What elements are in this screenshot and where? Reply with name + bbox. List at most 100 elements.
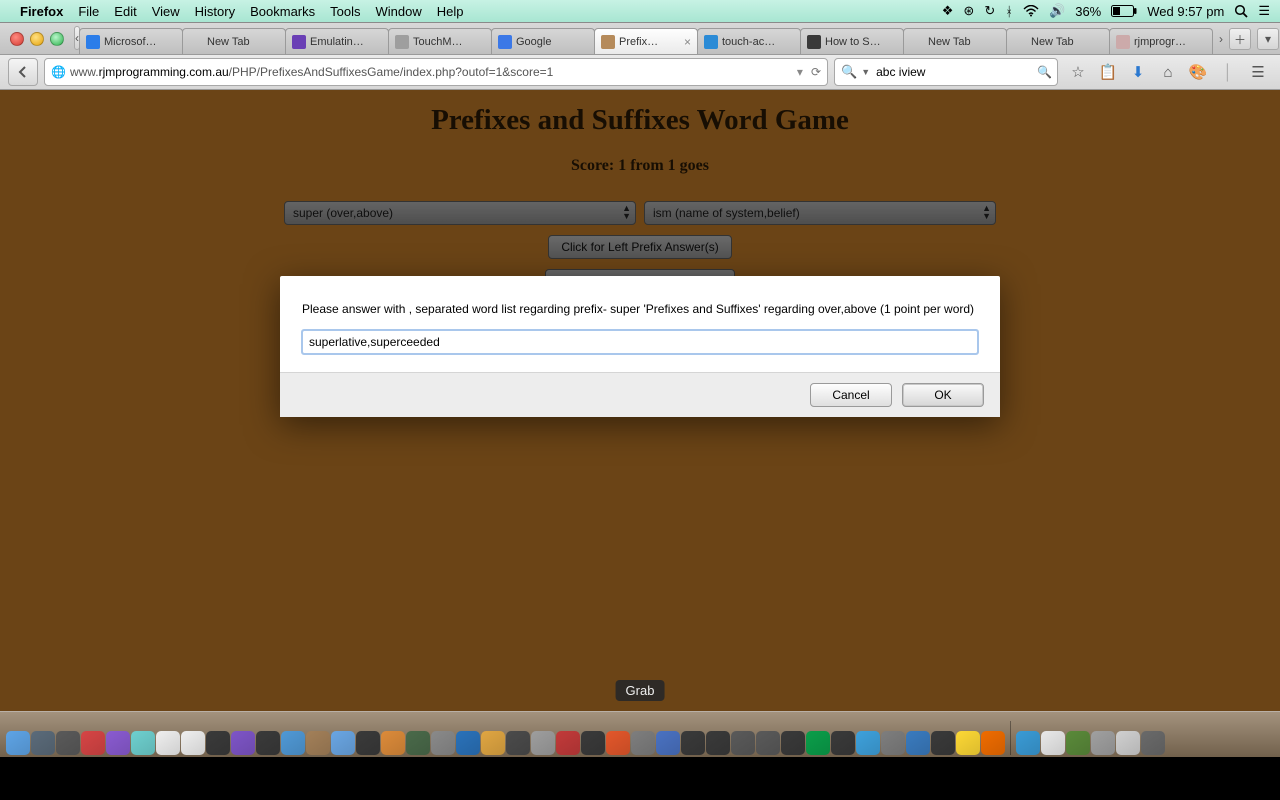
menu-view[interactable]: View: [152, 4, 180, 19]
search-input[interactable]: [874, 64, 1033, 80]
browser-tab[interactable]: Emulatin…: [285, 28, 389, 54]
dock-app-icon[interactable]: [606, 731, 630, 755]
left-prefix-button[interactable]: Click for Left Prefix Answer(s): [548, 235, 731, 259]
new-tab-button[interactable]: ＋: [1229, 28, 1251, 50]
volume-icon[interactable]: 🔊: [1049, 3, 1065, 19]
browser-tab[interactable]: TouchM…: [388, 28, 492, 54]
menu-help[interactable]: Help: [437, 4, 464, 19]
dropbox-icon[interactable]: ❖: [942, 3, 954, 19]
dock-app-icon[interactable]: [781, 731, 805, 755]
dock-app-icon[interactable]: [506, 731, 530, 755]
dock-app-icon[interactable]: [1066, 731, 1090, 755]
dock-app-icon[interactable]: [1141, 731, 1165, 755]
dock-app-icon[interactable]: [581, 731, 605, 755]
search-go-icon[interactable]: 🔍: [1037, 65, 1052, 79]
dock-app-icon[interactable]: [556, 731, 580, 755]
dock-app-icon[interactable]: [981, 731, 1005, 755]
battery-icon[interactable]: [1111, 5, 1137, 17]
dock-app-icon[interactable]: [81, 731, 105, 755]
reload-button[interactable]: ⟳: [811, 65, 821, 79]
app-name[interactable]: Firefox: [20, 4, 63, 19]
browser-tab[interactable]: touch-ac…: [697, 28, 801, 54]
dock-app-icon[interactable]: [1041, 731, 1065, 755]
dock-app-icon[interactable]: [631, 731, 655, 755]
dock-app-icon[interactable]: [756, 731, 780, 755]
reader-dropdown-icon[interactable]: ▾: [797, 65, 803, 79]
dock-app-icon[interactable]: [656, 731, 680, 755]
menu-window[interactable]: Window: [376, 4, 422, 19]
dock-app-icon[interactable]: [806, 731, 830, 755]
dock-app-icon[interactable]: [1016, 731, 1040, 755]
dock-app-icon[interactable]: [381, 731, 405, 755]
menu-bookmarks[interactable]: Bookmarks: [250, 4, 315, 19]
dock-app-icon[interactable]: [131, 731, 155, 755]
sync-icon[interactable]: ⊛: [963, 3, 974, 19]
dock-app-icon[interactable]: [881, 731, 905, 755]
menu-history[interactable]: History: [195, 4, 235, 19]
prefix-select[interactable]: super (over,above) ▲▼: [284, 201, 636, 225]
dock-app-icon[interactable]: [856, 731, 880, 755]
dock-app-icon[interactable]: [306, 731, 330, 755]
dock-app-icon[interactable]: [731, 731, 755, 755]
close-window-button[interactable]: [10, 32, 24, 46]
dock-app-icon[interactable]: [56, 731, 80, 755]
wifi-icon[interactable]: [1023, 5, 1039, 17]
spotlight-icon[interactable]: [1234, 4, 1248, 18]
dock-app-icon[interactable]: [681, 731, 705, 755]
menu-tools[interactable]: Tools: [330, 4, 360, 19]
dialog-cancel-button[interactable]: Cancel: [810, 383, 892, 407]
browser-tab[interactable]: New Tab: [182, 28, 286, 54]
dock-app-icon[interactable]: [106, 731, 130, 755]
browser-tab[interactable]: New Tab: [1006, 28, 1110, 54]
browser-tab[interactable]: Prefix…×: [594, 28, 698, 54]
dock-app-icon[interactable]: [906, 731, 930, 755]
downloads-icon[interactable]: ⬇: [1128, 63, 1148, 81]
browser-tab[interactable]: Microsof…: [79, 28, 183, 54]
search-bar[interactable]: 🔍 ▼ 🔍: [834, 58, 1058, 86]
dock-app-icon[interactable]: [31, 731, 55, 755]
dock-app-icon[interactable]: [356, 731, 380, 755]
browser-tab[interactable]: rjmprogr…: [1109, 28, 1213, 54]
dock-app-icon[interactable]: [481, 731, 505, 755]
dock-app-icon[interactable]: [531, 731, 555, 755]
dock-app-icon[interactable]: [706, 731, 730, 755]
dock-app-icon[interactable]: [281, 731, 305, 755]
clock[interactable]: Wed 9:57 pm: [1147, 4, 1224, 19]
dock-app-icon[interactable]: [206, 731, 230, 755]
dock-app-icon[interactable]: [1091, 731, 1115, 755]
dock-app-icon[interactable]: [456, 731, 480, 755]
zoom-window-button[interactable]: [50, 32, 64, 46]
browser-tab[interactable]: New Tab: [903, 28, 1007, 54]
url-bar[interactable]: 🌐 www.rjmprogramming.com.au/PHP/Prefixes…: [44, 58, 828, 86]
dock-app-icon[interactable]: [6, 731, 30, 755]
hamburger-menu-icon[interactable]: ☰: [1248, 63, 1268, 81]
browser-tab[interactable]: How to S…: [800, 28, 904, 54]
site-identity-icon[interactable]: 🌐: [51, 65, 66, 79]
home-icon[interactable]: ⌂: [1158, 64, 1178, 81]
dock-app-icon[interactable]: [956, 731, 980, 755]
back-button[interactable]: [8, 58, 38, 86]
dock-app-icon[interactable]: [231, 731, 255, 755]
browser-tab[interactable]: Google: [491, 28, 595, 54]
dialog-input[interactable]: [302, 330, 978, 354]
tab-close-icon[interactable]: ×: [680, 35, 691, 49]
dock-app-icon[interactable]: [181, 731, 205, 755]
search-engine-dropdown-icon[interactable]: ▼: [861, 67, 870, 77]
search-engine-icon[interactable]: 🔍: [841, 64, 857, 80]
dock-app-icon[interactable]: [256, 731, 280, 755]
dock-app-icon[interactable]: [831, 731, 855, 755]
dock-app-icon[interactable]: [931, 731, 955, 755]
minimize-window-button[interactable]: [30, 32, 44, 46]
tab-scroll-right[interactable]: ›: [1219, 32, 1223, 46]
bookmark-star-icon[interactable]: ☆: [1068, 63, 1088, 81]
bluetooth-icon[interactable]: ᚼ: [1005, 4, 1013, 19]
dock-app-icon[interactable]: [331, 731, 355, 755]
dock-app-icon[interactable]: [406, 731, 430, 755]
notification-center-icon[interactable]: ☰: [1258, 3, 1270, 19]
clipboard-icon[interactable]: 📋: [1098, 63, 1118, 81]
timemachine-icon[interactable]: ↻: [984, 3, 995, 19]
list-tabs-button[interactable]: ▾: [1257, 28, 1279, 50]
menu-file[interactable]: File: [78, 4, 99, 19]
dock-app-icon[interactable]: [156, 731, 180, 755]
dialog-ok-button[interactable]: OK: [902, 383, 984, 407]
